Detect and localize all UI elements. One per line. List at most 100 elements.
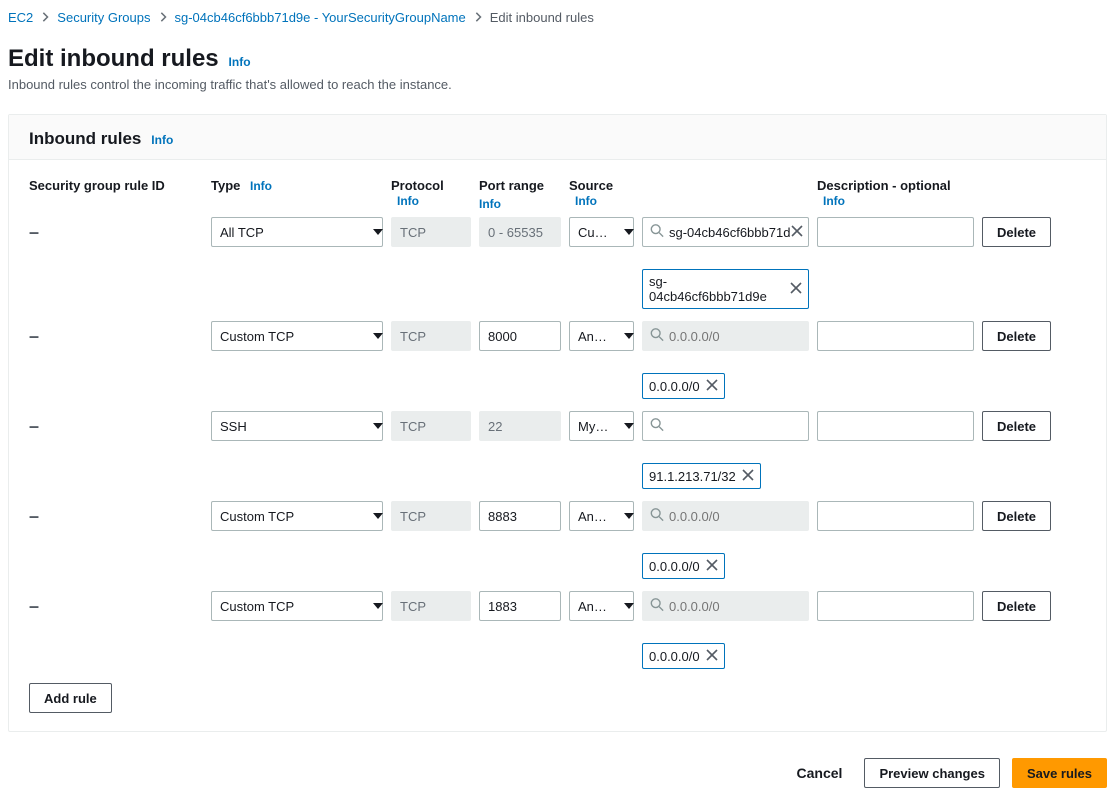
footer-actions: Cancel Preview changes Save rules — [0, 746, 1115, 808]
type-select[interactable]: Custom TCP — [211, 321, 383, 351]
source-tag: 0.0.0.0/0 — [642, 553, 725, 579]
source-tag-label: 0.0.0.0/0 — [649, 649, 700, 664]
search-icon — [650, 328, 664, 345]
breadcrumb-current: Edit inbound rules — [490, 10, 594, 25]
source-search-input[interactable] — [642, 411, 809, 441]
info-link[interactable]: Info — [397, 194, 419, 208]
col-port-range: Port range Info — [479, 172, 569, 217]
info-link[interactable]: Info — [229, 55, 251, 69]
delete-button[interactable]: Delete — [982, 321, 1051, 351]
search-icon — [650, 418, 664, 435]
table-row: –Custom TCP Anyw... 0.0.0.0/0 Delete — [29, 591, 1086, 669]
source-tag: 0.0.0.0/0 — [642, 643, 725, 669]
source-search-input[interactable] — [642, 591, 809, 621]
close-icon[interactable] — [706, 558, 718, 574]
page-header: Edit inbound rules Info Inbound rules co… — [0, 35, 1115, 100]
protocol-field — [391, 501, 471, 531]
breadcrumb: EC2 Security Groups sg-04cb46cf6bbb71d9e… — [0, 0, 1115, 35]
col-type: Type Info — [211, 172, 391, 199]
preview-changes-button[interactable]: Preview changes — [864, 758, 1000, 788]
source-mode-select[interactable]: Anyw... — [569, 501, 634, 531]
type-select[interactable]: Custom TCP — [211, 501, 383, 531]
rules-body: Security group rule ID Type Info Protoco… — [9, 160, 1106, 731]
page-title: Edit inbound rules — [8, 45, 219, 72]
port-range-field — [479, 411, 561, 441]
source-search-input[interactable] — [642, 321, 809, 351]
col-protocol: Protocol Info — [391, 172, 479, 214]
info-link[interactable]: Info — [575, 194, 597, 208]
delete-button[interactable]: Delete — [982, 501, 1051, 531]
type-select[interactable]: All TCP — [211, 217, 383, 247]
source-search-input[interactable] — [642, 501, 809, 531]
close-icon[interactable] — [790, 281, 802, 297]
info-link[interactable]: Info — [151, 133, 173, 147]
source-tag-label: 91.1.213.71/32 — [649, 469, 736, 484]
source-mode-select[interactable]: My IP — [569, 411, 634, 441]
source-mode-select[interactable]: Custom — [569, 217, 634, 247]
search-icon — [650, 224, 664, 241]
source-tag: sg-04cb46cf6bbb71d9e — [642, 269, 809, 309]
port-range-field — [479, 217, 561, 247]
search-icon — [650, 598, 664, 615]
source-mode-select[interactable]: Anyw... — [569, 591, 634, 621]
rule-id-cell: – — [29, 217, 211, 247]
table-row: –All TCP Custom sg-04cb46cf6bbb71d9e Delete — [29, 217, 1086, 309]
source-search-input[interactable] — [642, 217, 809, 247]
port-range-field[interactable] — [479, 321, 561, 351]
source-mode-select[interactable]: Anyw... — [569, 321, 634, 351]
chevron-right-icon — [159, 10, 167, 25]
info-link[interactable]: Info — [250, 179, 272, 193]
source-tag-label: 0.0.0.0/0 — [649, 559, 700, 574]
panel-title: Inbound rules — [29, 129, 141, 148]
description-field[interactable] — [817, 217, 974, 247]
chevron-right-icon — [474, 10, 482, 25]
protocol-field — [391, 321, 471, 351]
chevron-right-icon — [41, 10, 49, 25]
col-description: Description - optional Info — [817, 172, 982, 214]
breadcrumb-sg-detail[interactable]: sg-04cb46cf6bbb71d9e - YourSecurityGroup… — [175, 10, 466, 25]
protocol-field — [391, 411, 471, 441]
source-tag: 91.1.213.71/32 — [642, 463, 761, 489]
description-field[interactable] — [817, 321, 974, 351]
info-link[interactable]: Info — [823, 194, 845, 208]
close-icon[interactable] — [791, 224, 803, 240]
breadcrumb-ec2[interactable]: EC2 — [8, 10, 33, 25]
type-select[interactable]: Custom TCP — [211, 591, 383, 621]
inbound-rules-panel: Inbound rules Info Security group rule I… — [8, 114, 1107, 732]
save-rules-button[interactable]: Save rules — [1012, 758, 1107, 788]
port-range-field[interactable] — [479, 591, 561, 621]
table-row: –Custom TCP Anyw... 0.0.0.0/0 Delete — [29, 321, 1086, 399]
port-range-field[interactable] — [479, 501, 561, 531]
rule-id-cell: – — [29, 321, 211, 351]
rule-id-cell: – — [29, 411, 211, 441]
close-icon[interactable] — [706, 648, 718, 664]
description-field[interactable] — [817, 411, 974, 441]
search-icon — [650, 508, 664, 525]
col-source: Source Info — [569, 172, 642, 214]
type-select[interactable]: SSH — [211, 411, 383, 441]
page-description: Inbound rules control the incoming traff… — [8, 77, 1107, 92]
close-icon[interactable] — [706, 378, 718, 394]
description-field[interactable] — [817, 591, 974, 621]
cancel-button[interactable]: Cancel — [787, 759, 853, 787]
info-link[interactable]: Info — [479, 197, 563, 211]
add-rule-button[interactable]: Add rule — [29, 683, 112, 713]
rule-id-cell: – — [29, 501, 211, 531]
table-row: –SSH My IP 91.1.213.71/32 Delete — [29, 411, 1086, 489]
table-header: Security group rule ID Type Info Protoco… — [29, 172, 1086, 217]
description-field[interactable] — [817, 501, 974, 531]
delete-button[interactable]: Delete — [982, 217, 1051, 247]
source-tag-label: sg-04cb46cf6bbb71d9e — [649, 274, 784, 304]
source-tag: 0.0.0.0/0 — [642, 373, 725, 399]
panel-header: Inbound rules Info — [9, 115, 1106, 160]
protocol-field — [391, 591, 471, 621]
delete-button[interactable]: Delete — [982, 591, 1051, 621]
breadcrumb-security-groups[interactable]: Security Groups — [57, 10, 150, 25]
source-tag-label: 0.0.0.0/0 — [649, 379, 700, 394]
col-rule-id: Security group rule ID — [29, 172, 211, 199]
delete-button[interactable]: Delete — [982, 411, 1051, 441]
protocol-field — [391, 217, 471, 247]
rule-id-cell: – — [29, 591, 211, 621]
table-row: –Custom TCP Anyw... 0.0.0.0/0 Delete — [29, 501, 1086, 579]
close-icon[interactable] — [742, 468, 754, 484]
